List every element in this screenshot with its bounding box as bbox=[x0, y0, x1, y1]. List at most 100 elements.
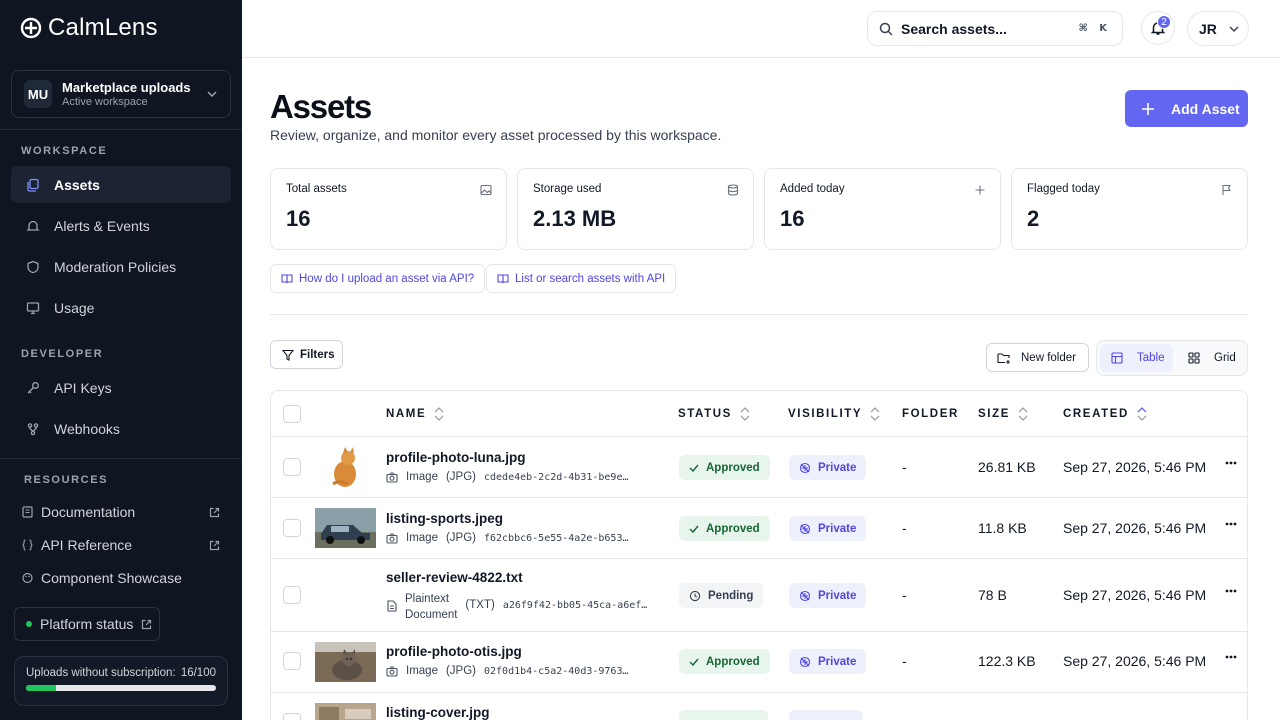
table-row[interactable]: listing-sports.jpeg Image (JPG) f62cbbc6… bbox=[271, 498, 1247, 559]
asset-kind-line: Document bbox=[405, 609, 458, 621]
column-header-name[interactable]: NAME bbox=[386, 391, 444, 437]
resource-link-api-reference[interactable]: API Reference bbox=[22, 537, 220, 553]
grid-icon bbox=[1188, 352, 1200, 364]
sidebar-item-moderation[interactable]: Moderation Policies bbox=[11, 248, 231, 285]
resource-label: Documentation bbox=[41, 504, 136, 520]
status-label: Pending bbox=[708, 589, 754, 602]
stat-value: 2.13 MB bbox=[533, 206, 617, 231]
sidebar-item-label: Assets bbox=[54, 176, 100, 193]
search-placeholder: Search assets... bbox=[901, 20, 1007, 37]
sidebar-item-label: Webhooks bbox=[54, 420, 120, 437]
private-icon bbox=[799, 656, 811, 668]
column-header-visibility[interactable]: VISIBILITY bbox=[788, 391, 880, 437]
more-actions-icon[interactable] bbox=[1225, 461, 1237, 465]
column-label: FOLDER bbox=[902, 408, 959, 420]
asset-id: a26f9f42-bb05-45ca-a6ef… bbox=[502, 600, 648, 611]
size-cell: 78 B bbox=[978, 587, 1007, 603]
usage-label: Uploads without subscription: bbox=[26, 667, 176, 679]
asset-id: f62cbbc6-5e55-4a2e-b653… bbox=[484, 532, 629, 544]
status-label: Approved bbox=[706, 461, 760, 474]
sidebar-item-assets[interactable]: Assets bbox=[11, 166, 231, 203]
table-header: NAME STATUS VISIBILITY FOLDER SIZE CREAT… bbox=[271, 391, 1247, 437]
private-icon bbox=[799, 590, 811, 602]
column-header-status[interactable]: STATUS bbox=[678, 391, 750, 437]
filters-button[interactable]: Filters bbox=[270, 340, 343, 369]
select-all-checkbox[interactable] bbox=[283, 405, 301, 423]
row-checkbox[interactable] bbox=[283, 458, 301, 476]
table-row[interactable]: seller-review-4822.txt Plaintext Documen… bbox=[271, 559, 1247, 632]
asset-name[interactable]: listing-sports.jpeg bbox=[386, 511, 503, 526]
asset-thumbnail bbox=[315, 642, 376, 682]
resource-label: Component Showcase bbox=[41, 570, 182, 586]
sidebar-divider bbox=[0, 129, 242, 130]
add-asset-label: Add Asset bbox=[1171, 100, 1240, 117]
page-subtitle: Review, organize, and monitor every asse… bbox=[270, 127, 722, 143]
sidebar-item-webhooks[interactable]: Webhooks bbox=[11, 410, 231, 447]
view-grid-button[interactable]: Grid bbox=[1177, 344, 1245, 372]
filter-icon bbox=[282, 349, 294, 361]
column-header-size[interactable]: SIZE bbox=[978, 391, 1028, 437]
asset-meta: Image (JPG) cdede4eb-2c2d-4b31-be9e… bbox=[386, 471, 629, 483]
row-checkbox[interactable] bbox=[283, 713, 301, 720]
more-actions-icon[interactable] bbox=[1225, 522, 1237, 526]
stat-card-flagged-today: Flagged today 2 bbox=[1011, 168, 1248, 250]
help-link-upload-api[interactable]: How do I upload an asset via API? bbox=[270, 264, 486, 293]
workspace-name: Marketplace uploads bbox=[62, 80, 191, 95]
stat-label: Storage used bbox=[533, 183, 602, 195]
view-grid-label: Grid bbox=[1214, 352, 1236, 364]
more-actions-icon[interactable] bbox=[1225, 589, 1237, 593]
asset-kind: Image bbox=[406, 665, 438, 677]
sidebar-item-label: Usage bbox=[54, 299, 95, 316]
asset-meta: Plaintext Document (TXT) a26f9f42-bb05-4… bbox=[386, 591, 647, 623]
workspace-switcher[interactable]: MU Marketplace uploads Active workspace bbox=[11, 70, 231, 118]
column-header-created[interactable]: CREATED bbox=[1063, 391, 1147, 437]
help-link-list-search-api[interactable]: List or search assets with API bbox=[486, 264, 677, 293]
visibility-badge: Private bbox=[789, 516, 867, 541]
usage-card: Uploads without subscription: 16/100 bbox=[14, 656, 228, 706]
notifications-button[interactable] bbox=[1141, 11, 1175, 45]
asset-name[interactable]: listing-cover.jpg bbox=[386, 705, 490, 720]
user-menu[interactable]: JR bbox=[1187, 11, 1249, 46]
view-toggle: Table Grid bbox=[1096, 340, 1248, 376]
asset-filetype: (JPG) bbox=[445, 665, 476, 677]
search-input[interactable]: Search assets... ⌘ K bbox=[867, 11, 1123, 46]
table-row[interactable]: listing-cover.jpg bbox=[271, 693, 1247, 720]
asset-name[interactable]: profile-photo-luna.jpg bbox=[386, 450, 525, 465]
asset-name[interactable]: profile-photo-otis.jpg bbox=[386, 644, 522, 659]
brand-logo[interactable]: CalmLens bbox=[20, 14, 158, 42]
folder-cell: - bbox=[902, 520, 907, 536]
column-header-folder: FOLDER bbox=[902, 391, 959, 437]
check-icon bbox=[689, 525, 699, 533]
add-asset-button[interactable]: Add Asset bbox=[1125, 90, 1248, 127]
external-link-icon bbox=[141, 619, 152, 630]
table-row[interactable]: profile-photo-luna.jpg Image (JPG) cdede… bbox=[271, 437, 1247, 498]
stat-card-added-today: Added today 16 bbox=[764, 168, 1001, 250]
created-cell: Sep 27, 2026, 5:46 PM bbox=[1063, 587, 1207, 603]
view-table-button[interactable]: Table bbox=[1100, 344, 1173, 372]
asset-name[interactable]: seller-review-4822.txt bbox=[386, 570, 523, 585]
sidebar-item-usage[interactable]: Usage bbox=[11, 289, 231, 326]
sidebar-item-api-keys[interactable]: API Keys bbox=[11, 369, 231, 406]
status-badge: Pending bbox=[679, 583, 764, 608]
row-checkbox[interactable] bbox=[283, 586, 301, 604]
platform-status-link[interactable]: Platform status bbox=[14, 607, 160, 641]
status-badge: Approved bbox=[679, 516, 770, 541]
sidebar-item-alerts[interactable]: Alerts & Events bbox=[11, 207, 231, 244]
row-checkbox[interactable] bbox=[283, 652, 301, 670]
column-label: NAME bbox=[386, 408, 427, 420]
sort-icon bbox=[740, 406, 750, 422]
sort-icon bbox=[870, 406, 880, 422]
new-folder-button[interactable]: New folder bbox=[986, 343, 1089, 372]
table-row[interactable]: profile-photo-otis.jpg Image (JPG) 02f0d… bbox=[271, 632, 1247, 693]
resource-link-component-showcase[interactable]: Component Showcase bbox=[22, 570, 220, 586]
shield-icon bbox=[26, 260, 40, 274]
asset-thumbnail bbox=[315, 444, 376, 489]
section-heading-developer: DEVELOPER bbox=[21, 348, 104, 360]
sidebar-item-label: Alerts & Events bbox=[54, 217, 150, 234]
asset-kind: Image bbox=[406, 532, 438, 544]
row-checkbox[interactable] bbox=[283, 519, 301, 537]
resource-link-documentation[interactable]: Documentation bbox=[22, 504, 220, 520]
status-dot bbox=[26, 621, 32, 627]
more-actions-icon[interactable] bbox=[1225, 655, 1237, 659]
database-icon bbox=[727, 184, 739, 196]
